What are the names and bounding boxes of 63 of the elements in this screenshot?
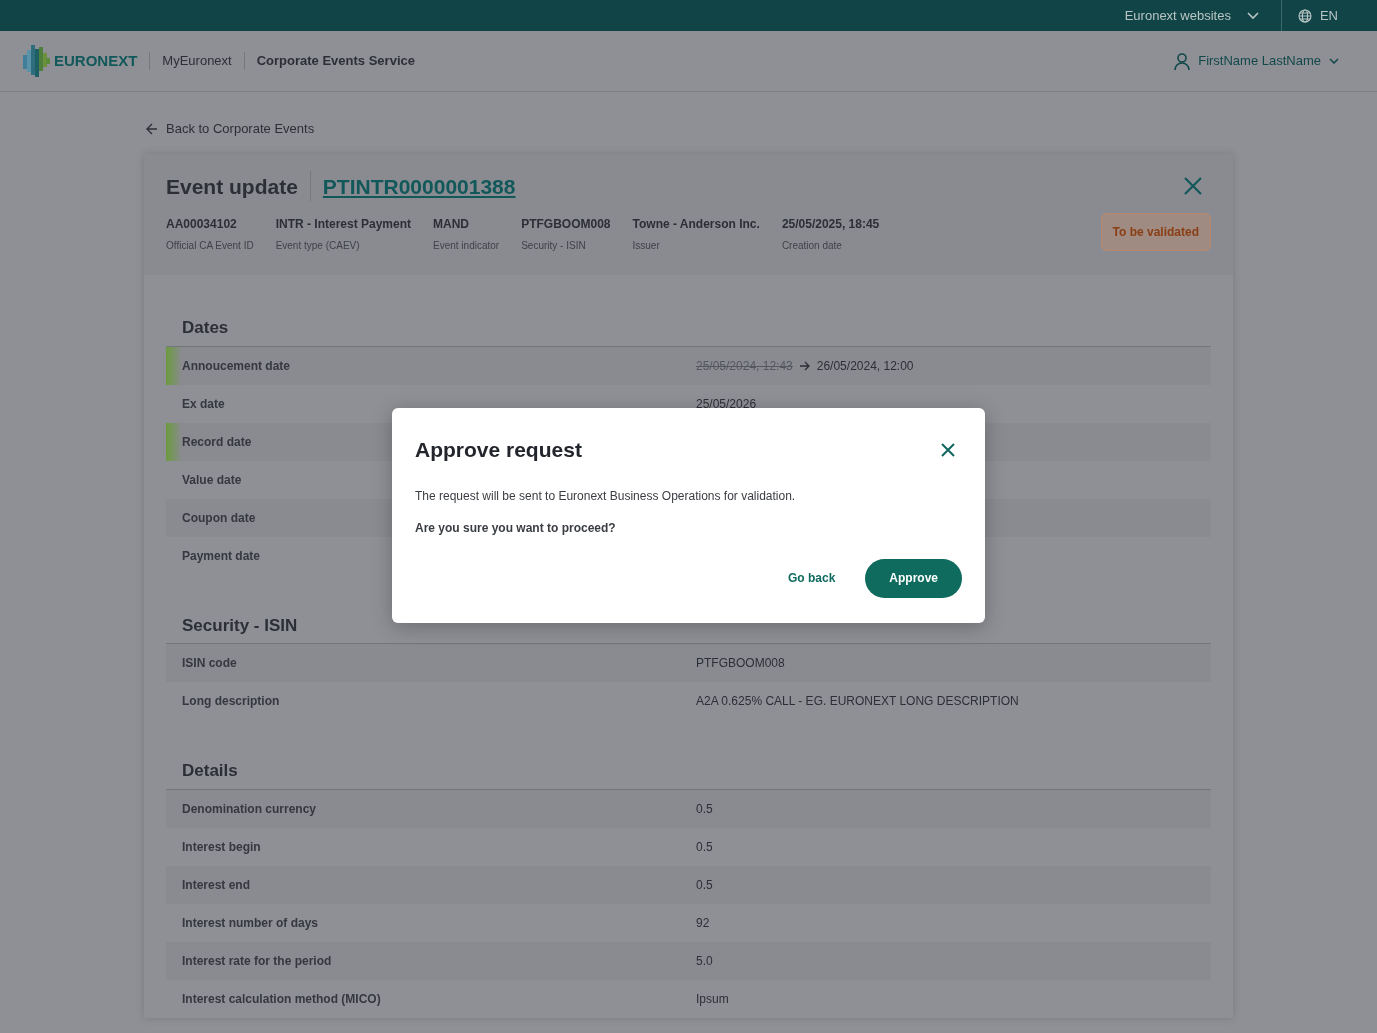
user-menu[interactable]: FirstName LastName xyxy=(1174,51,1339,71)
row-value: 0.5 xyxy=(696,800,713,818)
row-value: Ipsum xyxy=(696,990,729,1008)
row-label: Interest begin xyxy=(181,838,262,856)
user-icon xyxy=(1174,52,1191,70)
row-label: Payment date xyxy=(181,547,262,565)
fact-label: Event type (CAEV) xyxy=(275,239,361,253)
row-value: 92 xyxy=(696,914,710,932)
back-link[interactable]: Back to Corporate Events xyxy=(146,119,1377,139)
row-label: Interest number of days xyxy=(181,914,320,932)
dialog-message: The request will be sent to Euronext Business Operations for validation. xyxy=(415,487,797,505)
dialog-question: Are you sure you want to proceed? xyxy=(415,519,617,537)
fact-label: Creation date xyxy=(781,239,843,253)
row-label: Long description xyxy=(181,693,281,710)
section-title: Details xyxy=(182,761,238,780)
row-label: Annoucement date xyxy=(181,357,291,375)
row-label: Coupon date xyxy=(181,509,257,527)
fact-label: Issuer xyxy=(632,239,661,253)
fact-label: Event indicator xyxy=(433,239,500,253)
row-label: Denomination currency xyxy=(181,800,318,818)
event-reference-link[interactable]: PTINTR0000001388 xyxy=(322,170,516,202)
row-value: 0.5 xyxy=(696,876,713,894)
row-value: 0.5 xyxy=(696,838,713,856)
fact-value: PTFGBOOM008 xyxy=(521,216,611,233)
row-value: A2A 0.625% CALL - EG. EURONEXT LONG DESCRIPTION xyxy=(696,693,1019,710)
fact-value: INTR - Interest Payment xyxy=(275,216,411,233)
arrow-right-icon xyxy=(799,360,810,371)
service-name[interactable]: Corporate Events Service xyxy=(256,51,415,71)
status-badge: To be validated xyxy=(1100,213,1211,251)
chevron-down-icon xyxy=(1329,58,1339,64)
fact-value: MAND xyxy=(433,216,470,233)
fact-value: 25/05/2025, 18:45 xyxy=(781,216,880,233)
row-value: 26/05/2024, 12:00 xyxy=(816,357,914,375)
language-selector[interactable]: EN xyxy=(1281,0,1377,31)
event-title: Event update xyxy=(166,173,298,200)
dialog-title: Approve request xyxy=(415,437,582,463)
close-icon xyxy=(1184,177,1202,196)
fact-value: AA00034102 xyxy=(166,216,238,233)
globe-icon xyxy=(1297,8,1312,23)
row-label: Interest rate for the period xyxy=(181,952,333,970)
row-label: Value date xyxy=(181,471,243,489)
logo-text: EURONEXT xyxy=(54,50,138,71)
row-label: ISIN code xyxy=(181,655,238,672)
websites-dropdown[interactable]: Euronext websites xyxy=(1124,0,1281,31)
close-icon xyxy=(941,442,955,457)
chevron-down-icon xyxy=(1246,11,1259,20)
row-label: Ex date xyxy=(181,395,226,413)
row-label: Record date xyxy=(181,433,253,451)
section-title: Dates xyxy=(182,318,229,337)
row-value: 5.0 xyxy=(696,952,713,970)
go-back-button[interactable]: Go back xyxy=(787,569,836,587)
row-value: PTFGBOOM008 xyxy=(696,655,785,672)
fact-value: Towne - Anderson Inc. xyxy=(632,216,760,233)
section-title: Security - ISIN xyxy=(182,615,298,635)
app-name[interactable]: MyEuronext xyxy=(162,51,232,71)
approve-button[interactable]: Approve xyxy=(865,558,962,598)
arrow-left-icon xyxy=(146,122,158,135)
logo-icon xyxy=(23,45,50,77)
fact-label: Official CA Event ID xyxy=(166,239,254,253)
fact-label: Security - ISIN xyxy=(521,239,587,253)
row-value: 25/05/2026 xyxy=(696,395,757,413)
row-label: Interest end xyxy=(181,876,251,894)
row-label: Interest calculation method (MICO) xyxy=(181,990,382,1008)
